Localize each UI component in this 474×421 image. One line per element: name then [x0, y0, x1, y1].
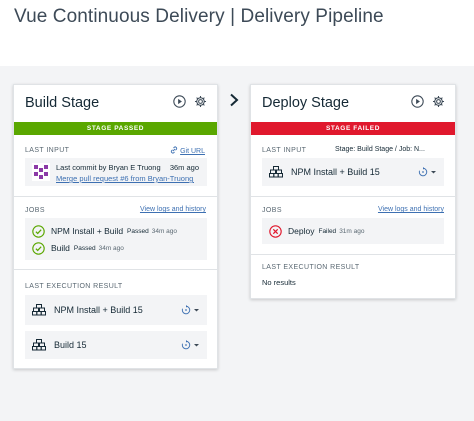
deploy-stage-title: Deploy Stage — [262, 95, 350, 111]
build-icon — [32, 304, 46, 316]
build-icon — [32, 339, 46, 351]
play-icon[interactable] — [411, 95, 424, 108]
view-logs-link[interactable]: View logs and history — [378, 206, 444, 213]
job-time: 34m ago — [151, 227, 178, 235]
jobs-label: JOBS — [262, 207, 282, 214]
input-artifact-tile[interactable]: NPM Install + Build 15 — [262, 158, 444, 186]
page-title: Vue Continuous Delivery | Delivery Pipel… — [14, 6, 384, 27]
last-commit-tile: Last commit by Bryan E Truong 36m ago Me… — [25, 158, 207, 186]
stage-status-badge: STAGE PASSED — [14, 122, 217, 135]
error-circle-icon — [269, 224, 282, 238]
deploy-stage-card: Deploy Stage STAGE FAILED LAST INPUT Sta… — [250, 84, 456, 299]
chevron-right-icon — [230, 93, 239, 107]
execution-name: Build 15 — [54, 340, 87, 350]
job-item[interactable]: Deploy Failed 31m ago — [269, 224, 364, 238]
redeploy-icon[interactable] — [418, 167, 428, 177]
execution-result-tile[interactable]: NPM Install + Build 15 — [25, 295, 207, 325]
redeploy-icon[interactable] — [181, 340, 191, 350]
job-item[interactable]: Build Passed 34m ago — [32, 241, 124, 255]
job-status: Passed — [127, 227, 149, 235]
job-status: Failed — [318, 227, 337, 235]
no-results-text: No results — [262, 278, 296, 287]
stage-status-badge: STAGE FAILED — [251, 122, 455, 135]
build-stage-header: Build Stage — [14, 85, 217, 120]
chevron-down-icon[interactable] — [430, 169, 437, 175]
divider — [251, 254, 455, 255]
last-input-label: LAST INPUT — [262, 147, 307, 154]
gear-icon[interactable] — [194, 95, 207, 108]
build-stage-title: Build Stage — [25, 95, 100, 111]
git-url-label: Git URL — [180, 148, 205, 155]
check-circle-icon — [32, 241, 45, 255]
divider — [251, 196, 455, 197]
last-execution-label: LAST EXECUTION RESULT — [262, 264, 360, 271]
view-logs-link[interactable]: View logs and history — [140, 206, 206, 213]
deploy-stage-header: Deploy Stage — [251, 85, 455, 120]
commit-link[interactable]: Merge pull request #6 from Bryan-Truong.… — [56, 174, 194, 183]
git-url-link[interactable]: Git URL — [170, 146, 205, 155]
check-circle-icon — [32, 224, 45, 238]
job-name: Deploy — [288, 226, 315, 236]
job-status: Passed — [73, 244, 96, 252]
divider — [14, 269, 217, 270]
execution-name: NPM Install + Build 15 — [54, 305, 143, 315]
chevron-down-icon[interactable] — [193, 307, 200, 313]
divider — [14, 196, 217, 197]
jobs-list: Deploy Failed 31m ago — [262, 218, 444, 244]
play-icon[interactable] — [173, 95, 186, 108]
gear-icon[interactable] — [432, 95, 445, 108]
chevron-down-icon[interactable] — [193, 342, 200, 348]
job-name: NPM Install + Build — [51, 226, 124, 236]
job-time: 31m ago — [339, 227, 365, 235]
commit-time: 36m ago — [169, 163, 199, 172]
last-input-label: LAST INPUT — [25, 147, 70, 154]
job-name: Build — [51, 243, 70, 253]
build-stage-card: Build Stage STAGE PASSED LAST INPUT Git … — [13, 84, 218, 369]
jobs-label: JOBS — [25, 207, 45, 214]
jobs-list: NPM Install + Build Passed 34m ago Build… — [25, 218, 207, 260]
redeploy-icon[interactable] — [181, 305, 191, 315]
commit-text: Last commit by Bryan E Truong — [56, 163, 161, 172]
job-time: 34m ago — [98, 244, 124, 252]
execution-result-tile[interactable]: Build 15 — [25, 331, 207, 359]
last-execution-label: LAST EXECUTION RESULT — [25, 283, 123, 290]
commit-avatar-icon — [32, 163, 50, 181]
build-icon — [269, 166, 283, 178]
git-icon — [171, 146, 178, 154]
input-artifact-name: NPM Install + Build 15 — [291, 167, 380, 177]
input-source: Stage: Build Stage / Job: N... — [335, 146, 425, 153]
job-item[interactable]: NPM Install + Build Passed 34m ago — [32, 224, 177, 238]
